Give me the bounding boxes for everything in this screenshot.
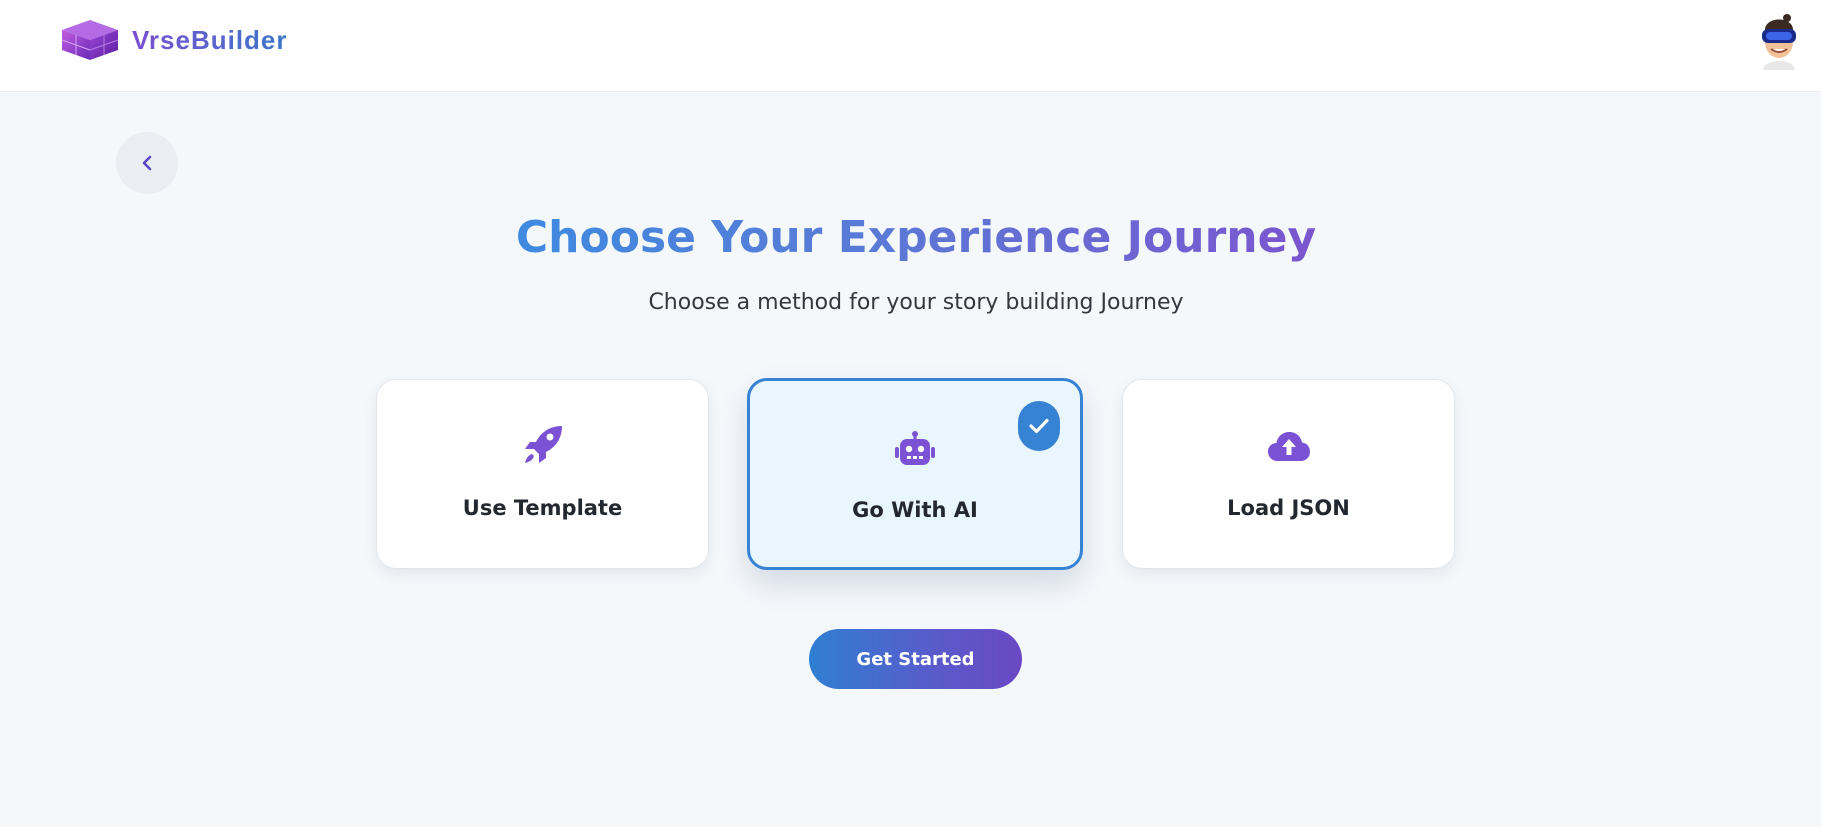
option-card-load-json[interactable]: Load JSON xyxy=(1122,379,1455,569)
cloud-upload-icon xyxy=(1267,432,1310,461)
app-name: VrseBuilder xyxy=(132,24,288,55)
option-label: Go With AI xyxy=(852,498,978,522)
purple-cube-logo-icon xyxy=(61,20,119,60)
top-header: VrseBuilder xyxy=(0,0,1821,92)
option-card-use-template[interactable]: Use Template xyxy=(376,379,709,569)
page-title-text: Choose Your Experience Journey xyxy=(515,212,1317,263)
robot-icon xyxy=(895,431,935,465)
back-button[interactable] xyxy=(116,132,178,194)
selected-check-badge xyxy=(1018,401,1060,451)
option-label: Load JSON xyxy=(1227,496,1350,520)
check-icon xyxy=(1029,418,1049,434)
get-started-button[interactable]: Get Started xyxy=(809,629,1022,689)
option-card-go-with-ai[interactable]: Go With AI xyxy=(747,378,1083,570)
page-subtitle: Choose a method for your story building … xyxy=(648,290,1184,315)
option-label: Use Template xyxy=(462,496,623,520)
app-logo[interactable]: VrseBuilder xyxy=(58,18,288,62)
vr-headset-avatar-icon[interactable] xyxy=(1757,12,1801,70)
rocket-icon xyxy=(524,426,562,463)
page-title: Choose Your Experience Journey xyxy=(0,212,1821,263)
chevron-left-icon xyxy=(142,155,152,171)
